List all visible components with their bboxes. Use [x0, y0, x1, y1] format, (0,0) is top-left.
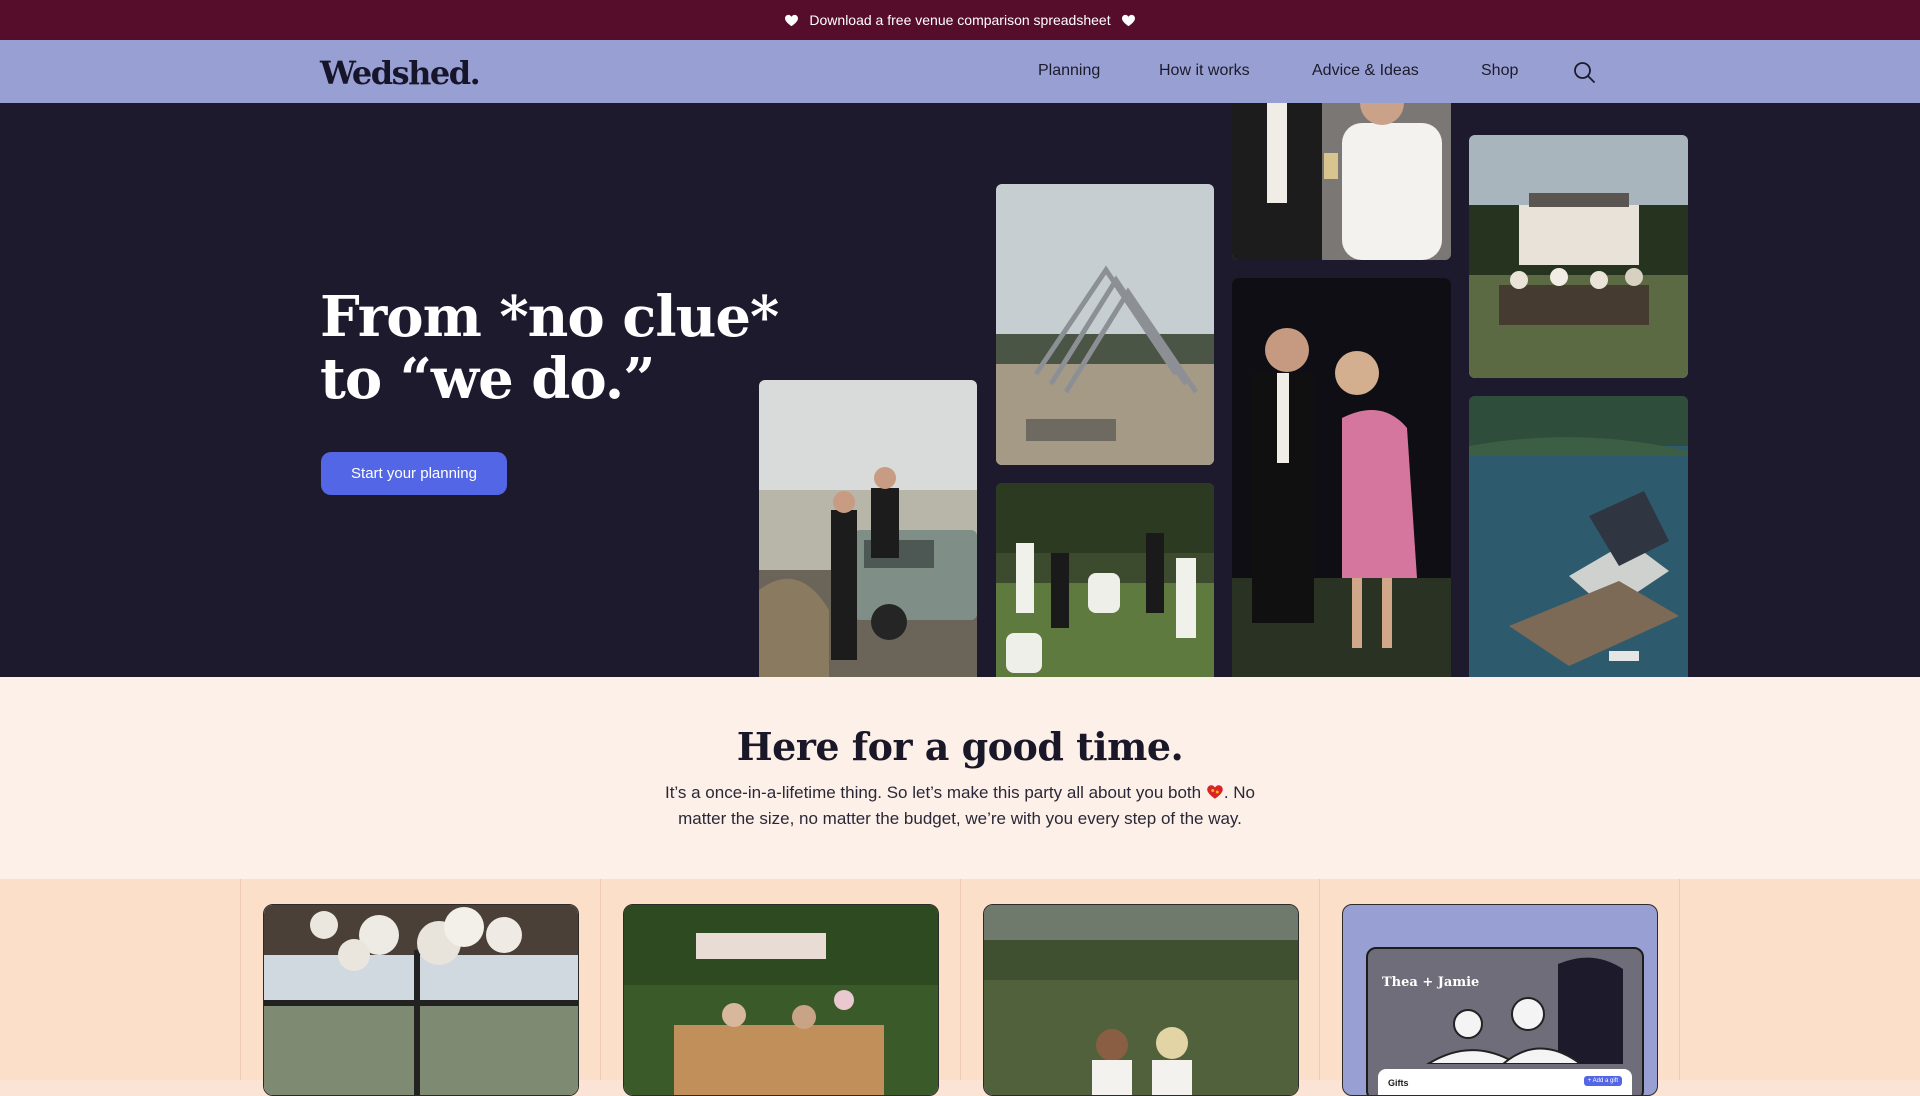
photo-floating-venue [1469, 396, 1688, 677]
card-divider [1319, 879, 1320, 1080]
hero-headline: From *no clue* to “we do.” [320, 284, 779, 412]
main-nav: Wedshed. Planning How it works Advice & … [0, 40, 1920, 103]
headline-line-1: From *no clue* [320, 284, 779, 350]
website-preview: Thea + Jamie Gifts + Add a gift [1366, 947, 1644, 1095]
card-couple-vineyard[interactable] [983, 904, 1299, 1096]
card-bar-setup[interactable] [623, 904, 939, 1096]
photo-chapel-structure [996, 184, 1214, 465]
feature-cards: Thea + Jamie Gifts + Add a gift [0, 879, 1920, 1096]
card-divider [600, 879, 601, 1080]
banner-text[interactable]: Download a free venue comparison spreads… [809, 12, 1110, 28]
intro-text-part-1: It’s a once-in-a-lifetime thing. So let’… [664, 783, 1202, 802]
nav-item-shop[interactable]: Shop [1481, 62, 1518, 80]
start-planning-button[interactable]: Start your planning [321, 452, 507, 495]
card-venue-lanterns[interactable] [263, 904, 579, 1096]
couple-illustration [1426, 957, 1623, 1064]
card-divider [960, 879, 961, 1080]
hero-section: From *no clue* to “we do.” Start your pl… [0, 103, 1920, 677]
photo-bridal-party [996, 483, 1214, 677]
photo-outdoor-dinner [1469, 135, 1688, 378]
nav-item-planning[interactable]: Planning [1038, 62, 1100, 80]
add-gift-button[interactable]: + Add a gift [1583, 1076, 1622, 1086]
card-divider [1679, 879, 1680, 1080]
intro-paragraph: It’s a once-in-a-lifetime thing. So let’… [640, 780, 1280, 832]
card-wedding-website[interactable]: Thea + Jamie Gifts + Add a gift [1342, 904, 1658, 1096]
card-divider [240, 879, 241, 1080]
heart-icon [1121, 14, 1135, 26]
photo-couple-night [1232, 278, 1451, 677]
site-logo[interactable]: Wedshed. [320, 54, 481, 92]
heart-emoji-icon [1207, 785, 1223, 799]
heart-icon [785, 14, 799, 26]
search-icon[interactable] [1572, 60, 1596, 84]
nav-item-advice-ideas[interactable]: Advice & Ideas [1312, 62, 1419, 80]
nav-item-how-it-works[interactable]: How it works [1159, 62, 1250, 80]
headline-line-2: to “we do.” [320, 346, 655, 412]
intro-section: Here for a good time. It’s a once-in-a-l… [0, 677, 1920, 879]
photo-grooms-vehicle [759, 380, 977, 677]
section-title: Here for a good time. [736, 724, 1184, 769]
photo-toast-couple [1232, 103, 1451, 260]
gifts-bar: Gifts + Add a gift [1378, 1069, 1632, 1095]
promo-banner[interactable]: Download a free venue comparison spreads… [0, 0, 1920, 40]
